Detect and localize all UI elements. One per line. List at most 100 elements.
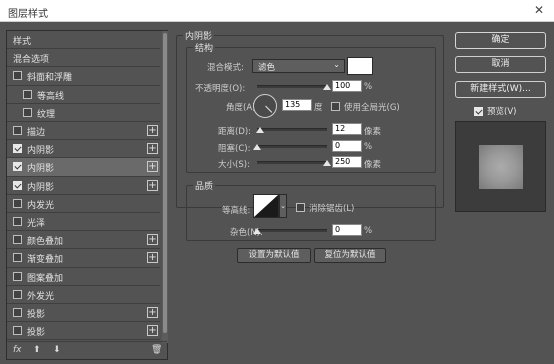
contour-preview[interactable] [253,194,279,218]
choke-unit: % [364,142,373,152]
add-style-plus-icon[interactable]: + [147,307,158,318]
size-unit: 像素 [364,160,382,170]
style-checkbox[interactable] [13,289,22,299]
distance-unit: 像素 [364,127,382,137]
add-style-plus-icon[interactable]: + [147,234,158,246]
preview-thumbnail [455,121,546,212]
scrollbar-thumb[interactable] [163,33,167,333]
new-style-button[interactable]: 新建样式(W)... [455,81,546,98]
style-list-item[interactable]: 投影 + [7,304,160,323]
style-checkbox[interactable] [13,180,22,190]
distance-slider-knob[interactable] [256,127,265,133]
noise-slider-track[interactable] [257,229,327,232]
style-list-item[interactable]: 混合选项 [7,49,160,68]
blend-color-swatch[interactable] [347,57,373,75]
style-checkbox[interactable] [13,235,22,245]
distance-slider-track[interactable] [257,128,327,131]
choke-slider-track[interactable] [257,145,327,148]
angle-unit: 度 [314,103,323,113]
style-list-item[interactable]: 内阴影 + [7,158,160,177]
style-checkbox[interactable] [13,71,22,81]
style-list-item[interactable]: 描边 + [7,122,160,141]
angle-input[interactable]: 135 [282,99,312,111]
style-list-item[interactable]: 颜色叠加 + [7,231,160,250]
style-checkbox[interactable] [13,144,22,154]
style-checkbox[interactable] [23,107,32,117]
fx-icon[interactable]: fx [13,345,22,355]
add-style-plus-icon[interactable]: + [147,143,158,155]
opacity-input[interactable]: 100 [332,80,362,92]
close-icon[interactable]: ✕ [534,3,544,17]
style-list-item[interactable]: 纹理 [7,104,160,122]
style-checkbox[interactable] [13,326,22,336]
style-list-item-label: 投影 [27,328,46,339]
style-list-item[interactable]: 投影 + [7,322,160,341]
style-list-item-label: 纹理 [37,109,56,120]
distance-input[interactable]: 12 [332,123,362,135]
size-slider-track[interactable] [257,161,327,164]
styles-list-scrollbar[interactable] [162,31,168,343]
opacity-slider-track[interactable] [257,85,327,88]
opacity-label: 不透明度(O): [195,84,246,94]
contour-label: 等高线: [222,206,251,216]
trash-icon[interactable]: 🗑 [151,345,162,355]
style-list-item[interactable]: 内阴影 + [7,140,160,159]
preview-label: 预览(V) [487,107,517,117]
style-list-item-label: 样式 [13,37,32,47]
preview-checkbox[interactable] [474,107,483,116]
dialog-title: 图层样式 [8,9,48,20]
move-down-icon[interactable]: ⬇ [53,345,61,355]
noise-input[interactable]: 0 [332,224,362,236]
style-list-item[interactable]: 内阴影 + [7,177,160,195]
style-list-item-label: 内阴影 [27,164,55,175]
structure-legend: 结构 [193,41,216,54]
style-list-item-label: 内阴影 [27,182,55,193]
style-list-item-label: 投影 [27,310,46,320]
angle-dial[interactable] [253,94,277,118]
move-up-icon[interactable]: ⬆ [33,345,41,355]
style-list-item-label: 斜面和浮雕 [27,73,73,84]
antialias-checkbox[interactable] [296,203,305,212]
style-checkbox[interactable] [13,217,22,226]
size-slider-knob[interactable] [323,160,331,166]
choke-slider-knob[interactable] [253,144,261,150]
style-list-item[interactable]: 图案叠加 [7,268,160,286]
noise-unit: % [364,226,373,236]
style-checkbox[interactable] [13,271,22,281]
style-list-item[interactable]: 斜面和浮雕 [7,67,160,86]
style-list-item[interactable]: 样式 [7,31,160,50]
add-style-plus-icon[interactable]: + [147,252,158,264]
reset-default-button[interactable]: 复位为默认值 [314,248,386,263]
preview-swatch [479,145,523,189]
add-style-plus-icon[interactable]: + [147,325,158,337]
dialog-title-bar: 图层样式 ✕ [0,0,554,22]
add-style-plus-icon[interactable]: + [147,179,158,191]
style-checkbox[interactable] [23,89,32,99]
size-label: 大小(S): [218,160,250,170]
opacity-slider-knob[interactable] [323,84,331,90]
cancel-button[interactable]: 取消 [455,56,546,73]
style-checkbox[interactable] [13,198,22,208]
style-list-item[interactable]: 内发光 [7,195,160,213]
blend-mode-select[interactable]: 滤色 ⌄ [252,59,345,73]
opacity-unit: % [364,82,373,92]
antialias-label: 消除锯齿(L) [309,204,355,214]
style-list-item[interactable]: 等高线 [7,86,160,104]
style-list-item[interactable]: 光泽 [7,213,160,232]
add-style-plus-icon[interactable]: + [147,125,158,136]
global-light-checkbox[interactable] [331,102,340,111]
ok-button[interactable]: 确定 [455,32,546,49]
choke-input[interactable]: 0 [332,140,362,152]
make-default-button[interactable]: 设置为默认值 [237,248,311,263]
contour-dropdown-arrow[interactable]: ⌄ [279,194,287,218]
style-list-item-label: 等高线 [37,91,65,102]
size-input[interactable]: 250 [332,156,362,168]
style-checkbox[interactable] [13,253,22,263]
add-style-plus-icon[interactable]: + [147,161,158,173]
noise-slider-knob[interactable] [253,228,261,234]
style-checkbox[interactable] [13,126,22,135]
style-checkbox[interactable] [13,162,22,172]
style-checkbox[interactable] [13,308,22,317]
style-list-item[interactable]: 外发光 [7,286,160,304]
style-list-item[interactable]: 渐变叠加 + [7,249,160,268]
